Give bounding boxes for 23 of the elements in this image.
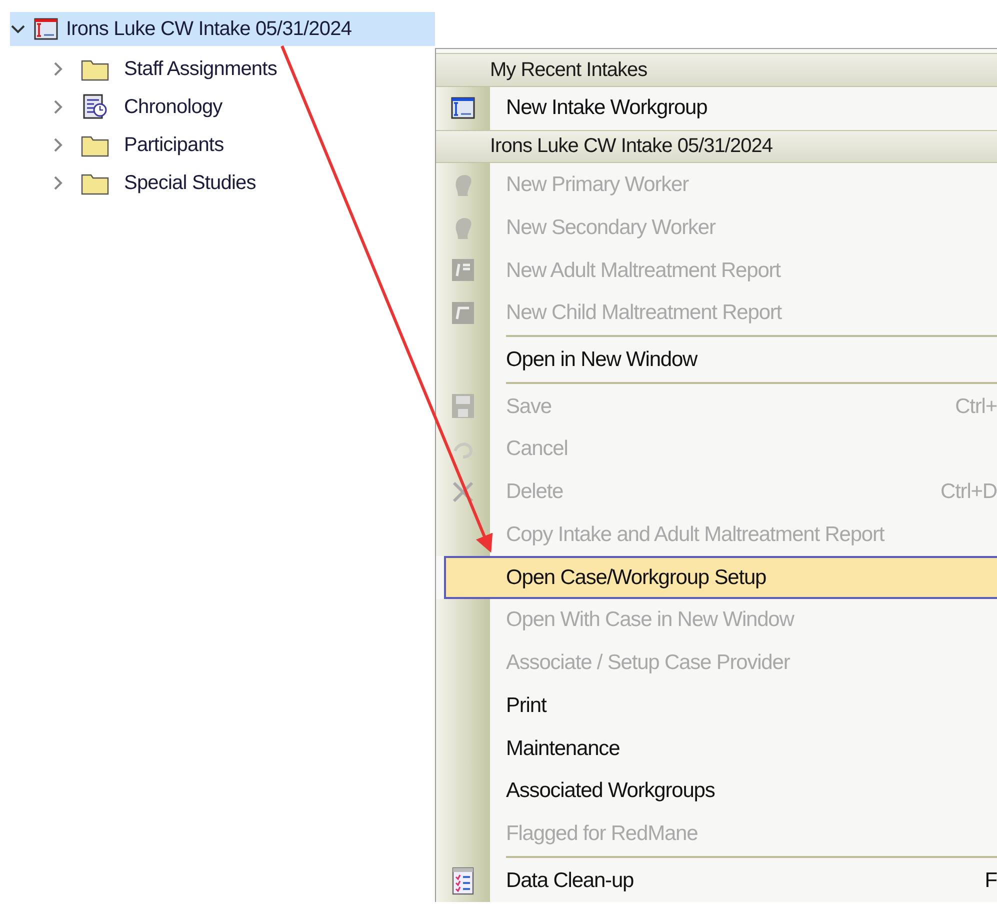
tree-node[interactable]: Special Studies (50, 164, 435, 202)
menu-section-header: My Recent Intakes (436, 53, 997, 87)
menu-item[interactable]: Maintenance (436, 727, 997, 770)
menu-section-header: Irons Luke CW Intake 05/31/2024 (436, 130, 997, 164)
tree-node[interactable]: Participants (50, 126, 435, 164)
menu-item[interactable]: Open in New Window (436, 338, 997, 382)
menu-item[interactable]: Open Case/Workgroup Setup (444, 556, 997, 599)
shortcut-text: F (984, 868, 997, 894)
intake-icon (34, 18, 58, 40)
report-icon (451, 258, 475, 282)
shortcut-text: Ctrl+D (940, 479, 997, 506)
checklist-icon (452, 866, 474, 895)
tree-node[interactable]: Irons Luke CW Intake 05/31/2024 (10, 12, 435, 46)
workgroup-icon (451, 97, 475, 120)
menu-item[interactable]: New Intake Workgroup (436, 86, 997, 130)
tree-node[interactable]: Chronology (50, 88, 435, 126)
delete-x-icon (452, 480, 474, 503)
shortcut-text: Ctrl+ (955, 394, 997, 420)
menu-item[interactable]: Print (436, 684, 997, 728)
report-icon (451, 301, 475, 325)
menu-item[interactable]: Data Clean-up F (436, 859, 997, 902)
menu-item[interactable]: Associated Workgroups (436, 770, 997, 813)
tree-node[interactable]: Staff Assignments (50, 50, 435, 88)
